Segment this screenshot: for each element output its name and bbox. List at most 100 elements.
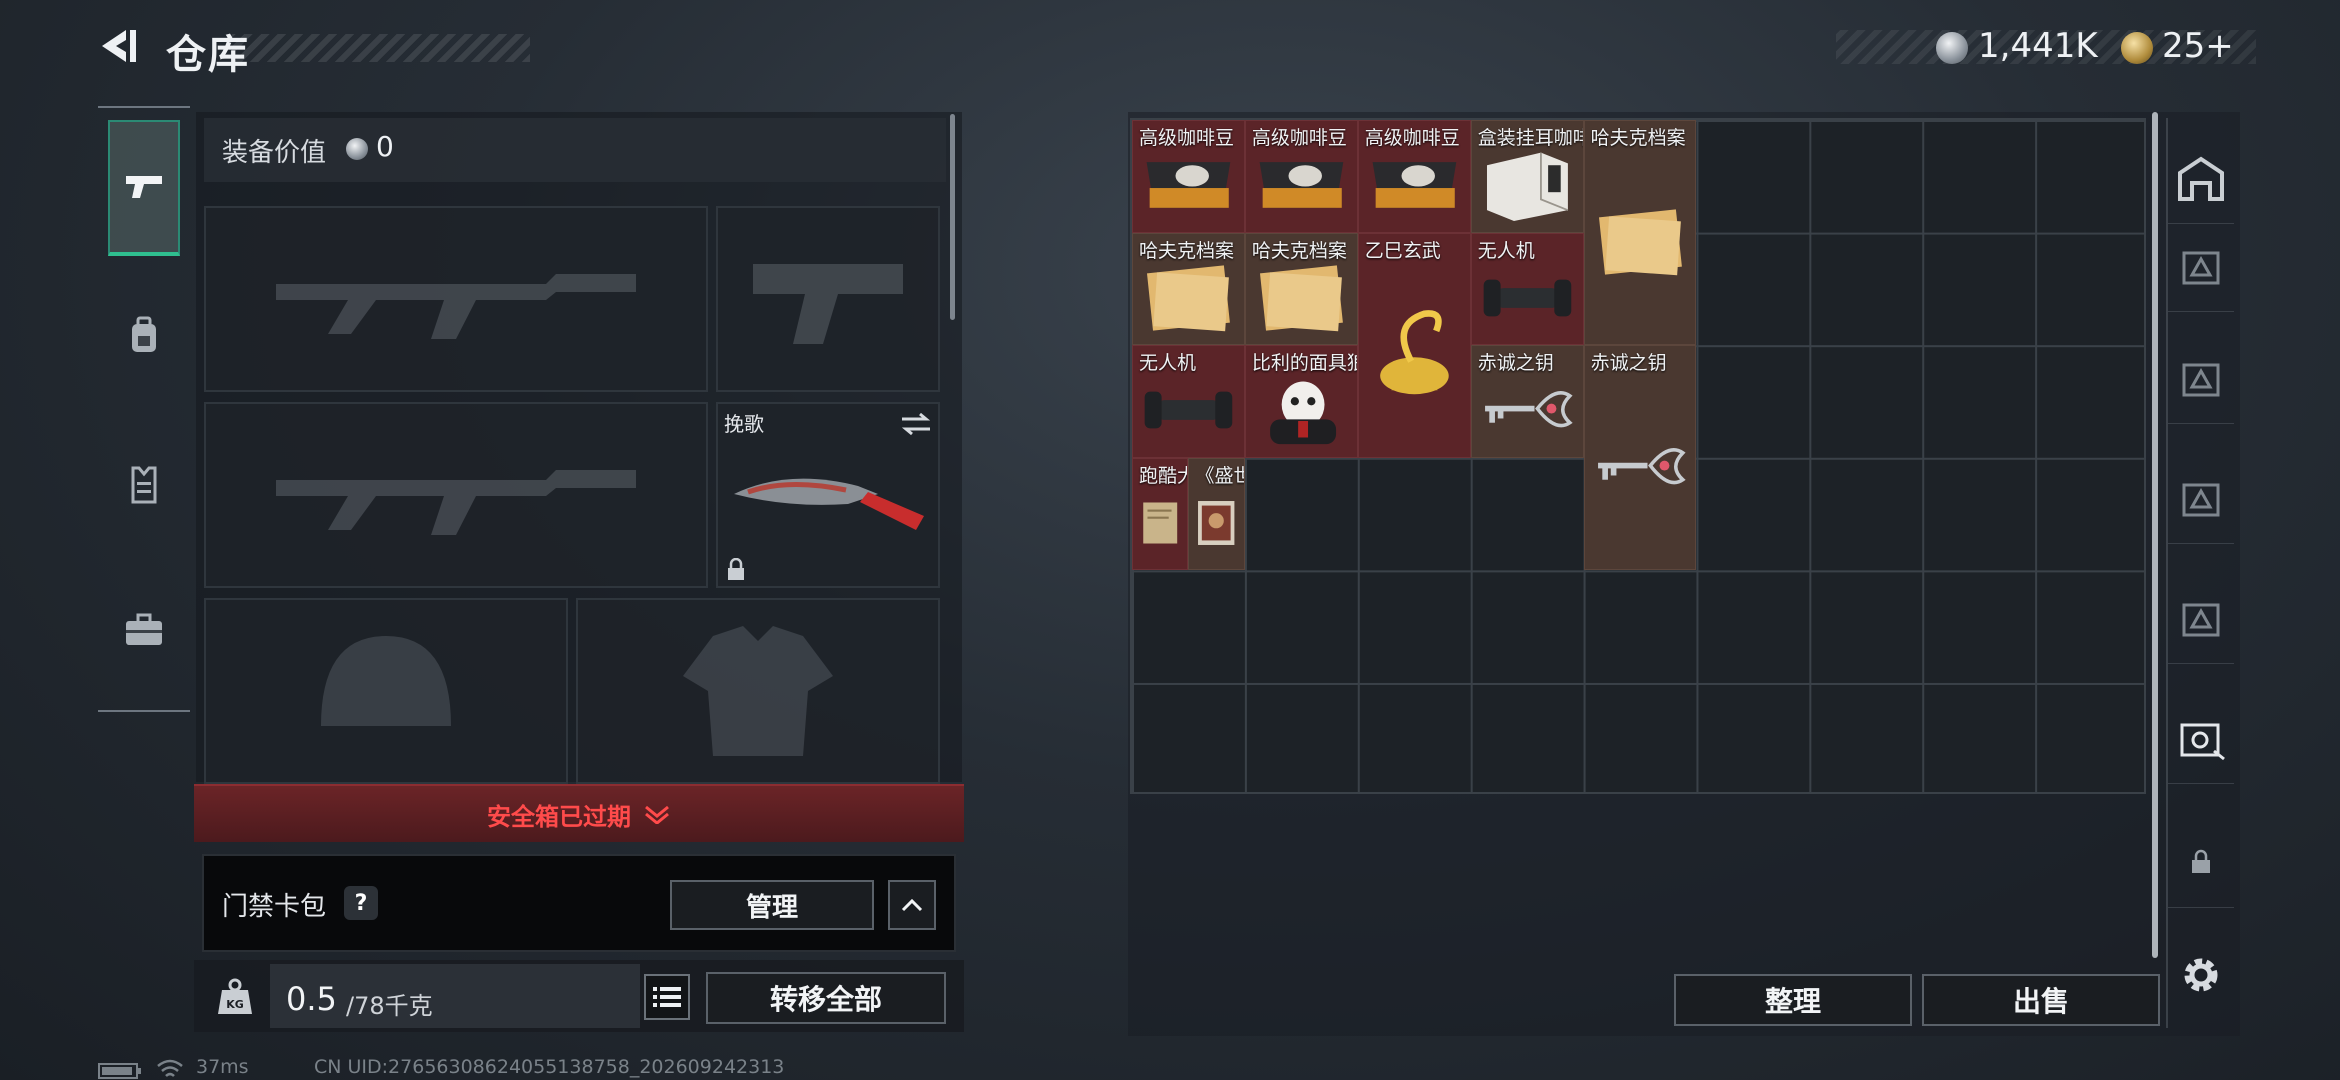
rifle-silhouette-icon [276, 470, 636, 535]
storage-expansion-icon [2182, 603, 2220, 636]
gear-icon [2184, 958, 2218, 992]
storage-item-name: 无人机 [1139, 352, 1197, 375]
help-button[interactable]: ? [344, 886, 378, 920]
drone-item-icon [1139, 368, 1238, 453]
folder-item-icon [1139, 256, 1238, 341]
storage-item[interactable]: 跑酷大师… [1132, 457, 1189, 571]
storage-item[interactable]: 《盛世天… [1188, 457, 1245, 571]
storage-item-name: 哈夫克档案 [1139, 239, 1235, 262]
storage-item[interactable]: 盒装挂耳咖啡 [1470, 120, 1584, 233]
silver-balance: 1,441K [1978, 26, 2098, 66]
storage-page-5[interactable] [2168, 692, 2234, 784]
storage-item[interactable]: 无人机 [1132, 345, 1245, 458]
helmet-slot[interactable] [204, 598, 568, 784]
paper-item-icon [1139, 481, 1181, 566]
silver-coin-icon [1936, 32, 1968, 64]
storage-item[interactable]: 哈夫克档案 [1583, 120, 1697, 346]
storage-item[interactable]: 赤诚之钥 [1470, 345, 1584, 458]
box-item-icon [1478, 143, 1577, 228]
expand-up-button[interactable] [888, 880, 936, 930]
lock-icon [2192, 849, 2210, 873]
chevron-up-icon [901, 898, 923, 912]
nav-weapons[interactable] [108, 120, 180, 256]
storage-item-name: 赤诚之钥 [1477, 352, 1554, 375]
briefcase-icon [126, 613, 162, 645]
pistol-silhouette-icon [753, 264, 903, 344]
key-item-icon [1478, 368, 1577, 453]
storage-expansion-icon [2182, 483, 2220, 516]
storage-item-name: 跑酷大师… [1139, 464, 1187, 487]
storage-item[interactable]: 高级咖啡豆 [1244, 120, 1358, 233]
helmet-silhouette-icon [321, 636, 451, 726]
melee-slot[interactable]: 挽歌 [716, 402, 940, 588]
coffee-item-icon [1252, 143, 1351, 228]
gold-coin-icon [2121, 32, 2153, 64]
nav-vest[interactable] [108, 416, 180, 552]
melee-name: 挽歌 [724, 412, 764, 436]
storage-page-4[interactable] [2168, 572, 2234, 664]
armor-slot[interactable] [576, 598, 940, 784]
storage-item-name: 哈夫克档案 [1590, 127, 1686, 149]
settings-button[interactable] [2178, 952, 2224, 998]
safe-box-expired-banner[interactable]: 安全箱已过期 [194, 784, 964, 842]
uid: CN UID:27656308624055138758_202609242313 [314, 1056, 785, 1078]
swap-icon[interactable] [900, 412, 932, 436]
wifi-icon [157, 1059, 183, 1077]
puppet-item-icon [1252, 368, 1351, 453]
title-decoration [232, 34, 530, 62]
storage-grid[interactable]: 高级咖啡豆 高级咖啡豆 高级咖啡豆 盒装挂耳咖啡 哈夫克档案 哈夫克档案 哈夫克档案 乙巳玄武… [1130, 118, 2146, 794]
equipment-scrollbar[interactable] [950, 114, 955, 320]
storage-item[interactable]: 哈夫克档案 [1132, 232, 1245, 346]
storage-item-name: 盒装挂耳咖啡 [1477, 127, 1584, 149]
primary-weapon-slot[interactable] [204, 206, 708, 392]
secondary-weapon-slot[interactable] [204, 402, 708, 588]
list-icon [653, 987, 681, 1007]
storage-item[interactable]: 比利的面具狼 [1244, 345, 1358, 458]
storage-item-name: 赤诚之钥 [1590, 352, 1667, 375]
manage-button[interactable]: 管理 [670, 880, 874, 930]
pistol-slot[interactable] [716, 206, 940, 392]
book-item-icon [1195, 481, 1237, 566]
key-item-icon [1591, 368, 1690, 565]
storage-item[interactable]: 赤诚之钥 [1583, 345, 1697, 571]
storage-item[interactable]: 无人机 [1470, 232, 1584, 346]
back-arrow-icon[interactable] [96, 24, 140, 68]
armor-silhouette-icon [683, 626, 833, 756]
storage-item-name: 乙巳玄武 [1364, 239, 1441, 262]
battery-icon [98, 1063, 141, 1079]
storage-item-name: 哈夫克档案 [1251, 239, 1347, 262]
storage-page-locked[interactable] [2168, 816, 2234, 908]
safe-box-status: 安全箱已过期 [487, 802, 631, 831]
equipment-value: 0 [376, 130, 394, 163]
sell-button[interactable]: 出售 [1922, 974, 2160, 1026]
storage-expansion-icon [2182, 363, 2220, 396]
storage-item[interactable]: 高级咖啡豆 [1357, 120, 1471, 233]
nav-case[interactable] [108, 562, 180, 698]
storage-item[interactable]: 高级咖啡豆 [1132, 120, 1245, 233]
storage-page-3[interactable] [2168, 452, 2234, 544]
storage-page-1[interactable] [2168, 220, 2234, 312]
list-view-button[interactable] [644, 974, 690, 1020]
silver-coin-icon [346, 138, 368, 160]
weight-capacity: /78千克 [346, 992, 433, 1020]
coffee-item-icon [1365, 143, 1464, 228]
folder-item-icon [1252, 256, 1351, 341]
storage-scrollbar[interactable] [2152, 112, 2158, 958]
coffee-item-icon [1139, 143, 1238, 228]
tidy-button[interactable]: 整理 [1674, 974, 1912, 1026]
lock-icon [728, 558, 744, 580]
storage-item[interactable]: 乙巳玄武 [1357, 232, 1471, 458]
storage-item-name: 高级咖啡豆 [1251, 127, 1347, 149]
transfer-all-button[interactable]: 转移全部 [706, 972, 946, 1024]
storage-page-2[interactable] [2168, 332, 2234, 424]
nav-gear[interactable] [108, 268, 180, 404]
folder-item-icon [1591, 143, 1690, 340]
storage-page-main[interactable] [2168, 132, 2234, 224]
svg-text:KG: KG [226, 998, 244, 1011]
page-title: 仓库 [166, 32, 250, 78]
warehouse-icon [2178, 156, 2224, 201]
rifle-silhouette-icon [276, 274, 636, 339]
latency: 37ms [196, 1056, 249, 1078]
storage-item[interactable]: 哈夫克档案 [1244, 232, 1358, 346]
current-weight: 0.5 [286, 980, 337, 1018]
